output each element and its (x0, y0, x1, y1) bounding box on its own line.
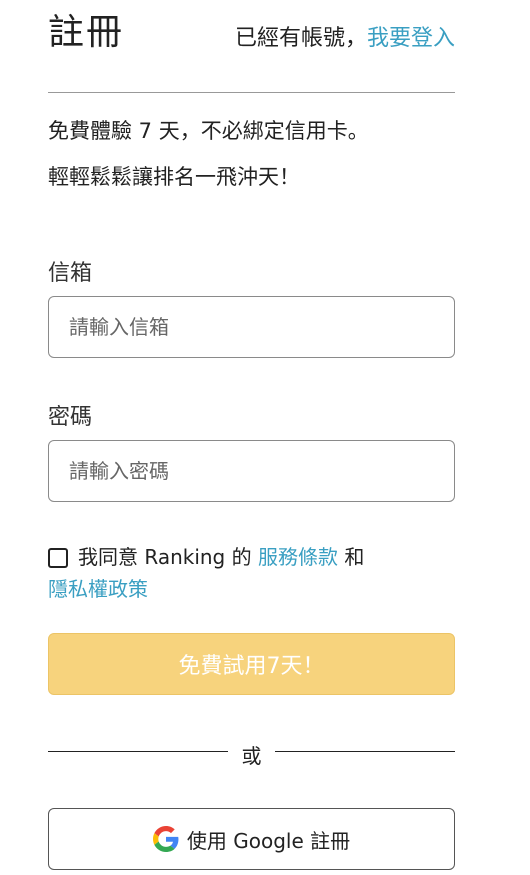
google-signup-button[interactable]: 使用 Google 註冊 (48, 808, 455, 870)
intro-text: 免費體驗 7 天，不必綁定信用卡。 輕輕鬆鬆讓排名一飛沖天！ (48, 118, 369, 210)
divider-or-text: 或 (241, 744, 262, 768)
header-divider (48, 92, 455, 93)
google-button-label: 使用 Google 註冊 (186, 828, 351, 853)
agreement: 我同意 Ranking 的 服務條款 和 隱私權政策 (48, 541, 468, 605)
agree-checkbox[interactable] (48, 548, 68, 568)
intro-line-2: 輕輕鬆鬆讓排名一飛沖天！ (48, 165, 300, 189)
password-field-wrapper (48, 440, 455, 502)
email-field-wrapper (48, 296, 455, 358)
terms-link[interactable]: 服務條款 (258, 545, 338, 569)
divider-line-right (275, 751, 455, 752)
password-label: 密碼 (48, 405, 93, 430)
password-field[interactable] (49, 441, 454, 501)
login-link[interactable]: 我要登入 (367, 26, 455, 51)
email-label: 信箱 (48, 261, 93, 286)
google-icon (152, 826, 179, 852)
login-prompt-text: 已經有帳號， (234, 26, 367, 51)
login-prompt: 已經有帳號，我要登入 (235, 24, 455, 54)
privacy-link[interactable]: 隱私權政策 (48, 577, 148, 601)
page-title: 註冊 (48, 12, 125, 53)
agree-conjunction: 和 (344, 545, 365, 569)
or-divider: 或 (48, 740, 455, 768)
intro-line-1: 免費體驗 7 天，不必綁定信用卡。 (48, 119, 369, 143)
agree-text: 我同意 Ranking 的 (78, 545, 252, 569)
email-field[interactable] (49, 297, 454, 357)
free-trial-button[interactable]: 免費試用7天！ (48, 633, 455, 695)
